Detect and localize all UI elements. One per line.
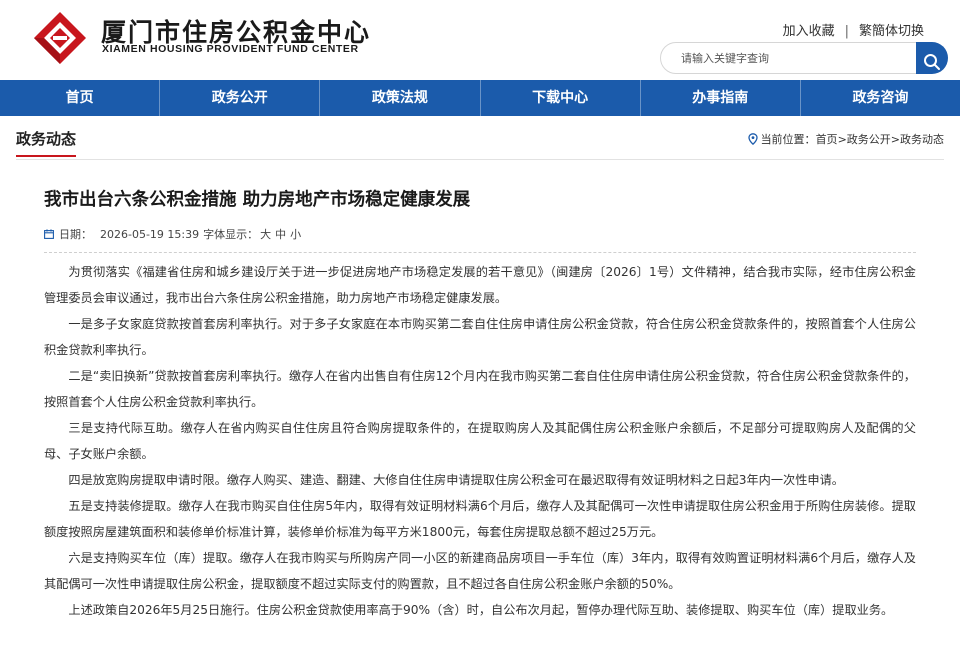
article: 我市出台六条公积金措施 助力房地产市场稳定健康发展 日期： 2026-05-19… (44, 186, 916, 623)
site-header: 厦门市住房公积金中心 XIAMEN HOUSING PROVIDENT FUND… (0, 0, 960, 80)
nav-item-home[interactable]: 首页 (0, 80, 161, 116)
article-paragraph: 上述政策自2026年5月25日施行。住房公积金贷款使用率高于90%（含）时，自公… (68, 603, 894, 617)
article-date: 2026-05-19 15:39 (100, 227, 200, 241)
breadcrumb-gov-news[interactable]: 政务动态 (900, 131, 944, 147)
search-input[interactable] (660, 42, 922, 74)
font-size-label: 字体显示： (203, 228, 259, 241)
breadcrumb: 当前位置： 首页 > 政务公开 > 政务动态 (747, 131, 944, 147)
breadcrumb-separator: > (890, 132, 900, 146)
calendar-icon (44, 229, 54, 239)
article-paragraph: 五是支持装修提取。缴存人在我市购买自住住房5年内，取得有效证明材料满6个月后，缴… (44, 499, 916, 539)
search-button[interactable] (916, 42, 948, 74)
search-box (660, 42, 948, 74)
nav-item-service-guide[interactable]: 办事指南 (641, 80, 801, 116)
main-nav: 首页 政务公开 政策法规 下载中心 办事指南 政务咨询 (0, 80, 960, 116)
site-logo[interactable] (32, 10, 88, 66)
breadcrumb-separator: > (837, 132, 847, 146)
section-bar: 政务动态 当前位置： 首页 > 政务公开 > 政务动态 (16, 116, 944, 160)
search-icon (924, 53, 940, 70)
article-paragraph: 二是“卖旧换新”贷款按首套房利率执行。缴存人在省内出售自有住房12个月内在我市购… (44, 369, 916, 409)
add-favorite-link[interactable]: 加入收藏 (783, 24, 835, 39)
breadcrumb-home[interactable]: 首页 (816, 131, 838, 147)
location-pin-icon (747, 133, 758, 145)
traditional-switch-link[interactable]: 繁簡体切换 (859, 24, 924, 39)
article-paragraph: 为贯彻落实《福建省住房和城乡建设厅关于进一步促进房地产市场稳定发展的若干意见》（… (44, 265, 916, 305)
font-size-medium[interactable]: 中 (275, 226, 286, 242)
article-title: 我市出台六条公积金措施 助力房地产市场稳定健康发展 (44, 190, 471, 210)
title-divider (44, 252, 916, 253)
section-title: 政务动态 (16, 128, 77, 157)
nav-item-downloads[interactable]: 下载中心 (481, 80, 641, 116)
article-paragraph: 三是支持代际互助。缴存人在省内购买自住住房且符合购房提取条件的，在提取购房人及其… (44, 421, 916, 461)
article-meta: 日期： 2026-05-19 15:39 字体显示： 大 中 小 (44, 226, 916, 242)
article-content: 为贯彻落实《福建省住房和城乡建设厅关于进一步促进房地产市场稳定发展的若干意见》（… (44, 259, 916, 623)
article-paragraph: 一是多子女家庭贷款按首套房利率执行。对于多子女家庭在本市购买第二套自住住房申请住… (44, 317, 916, 357)
nav-item-consulting[interactable]: 政务咨询 (801, 80, 960, 116)
link-separator: | (844, 24, 849, 39)
article-paragraph: 六是支持购买车位（库）提取。缴存人在我市购买与所购房产同一小区的新建商品房项目一… (44, 551, 916, 591)
breadcrumb-gov-affairs[interactable]: 政务公开 (847, 131, 891, 147)
article-paragraph: 四是放宽购房提取申请时限。缴存人购买、建造、翻建、大修自住住房申请提取住房公积金… (68, 473, 844, 487)
breadcrumb-prefix: 当前位置： (760, 133, 816, 146)
date-label: 日期： (59, 228, 92, 241)
font-size-small[interactable]: 小 (290, 226, 301, 242)
top-links: 加入收藏 | 繁簡体切换 (783, 20, 924, 39)
nav-item-gov-affairs[interactable]: 政务公开 (160, 80, 321, 116)
site-name-en: XIAMEN HOUSING PROVIDENT FUND CENTER (102, 43, 359, 55)
nav-item-policies[interactable]: 政策法规 (320, 80, 481, 116)
font-size-large[interactable]: 大 (260, 226, 271, 242)
logo-mark-icon (34, 12, 86, 64)
